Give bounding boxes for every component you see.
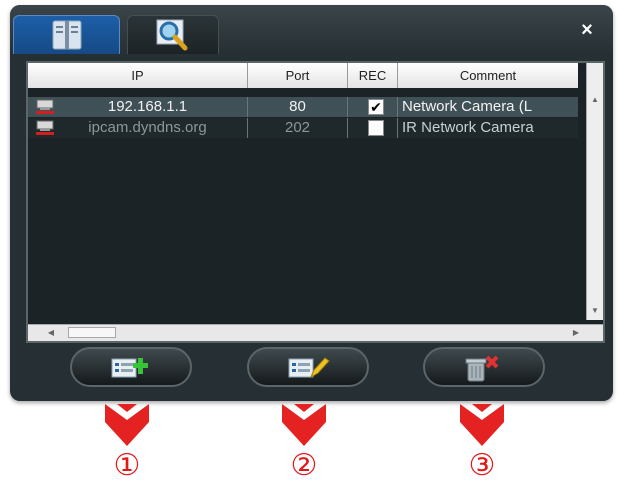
add-device-icon: [111, 358, 148, 378]
scroll-left-arrow[interactable]: ◀: [42, 325, 60, 341]
table-row[interactable]: ipcam.dyndns.org 202 IR Network Camera: [28, 118, 578, 138]
add-device-button[interactable]: [70, 347, 192, 387]
row-port: 80: [248, 97, 348, 117]
arrow-down-icon: [282, 404, 326, 446]
magnifier-icon: [156, 19, 188, 51]
delete-device-button[interactable]: [423, 347, 545, 387]
row-rec-cell: ✔: [348, 97, 398, 117]
edit-device-button[interactable]: [247, 347, 369, 387]
edit-device-icon: [288, 357, 330, 379]
column-header-port[interactable]: Port: [248, 63, 348, 88]
row-ip: 192.168.1.1: [28, 97, 248, 117]
tab-device-list[interactable]: [13, 15, 120, 54]
rec-checkbox[interactable]: [368, 120, 384, 136]
tab-search[interactable]: [127, 15, 219, 54]
row-ip: ipcam.dyndns.org: [28, 118, 248, 138]
column-header-rec[interactable]: REC: [348, 63, 398, 88]
horizontal-scrollbar[interactable]: ◀ ▶: [28, 324, 603, 341]
scroll-thumb[interactable]: [68, 327, 116, 338]
column-header-comment[interactable]: Comment: [398, 63, 578, 88]
table-row[interactable]: 192.168.1.1 80 ✔ Network Camera (L: [28, 97, 578, 117]
row-rec-cell: [348, 118, 398, 138]
callout-number-2: ②: [290, 448, 318, 483]
dialog-titlebar: ×: [10, 5, 613, 55]
column-header-ip[interactable]: IP: [28, 63, 248, 88]
row-comment: Network Camera (L: [402, 98, 533, 115]
vertical-scrollbar[interactable]: ▲ ▼: [586, 63, 603, 320]
scroll-right-arrow[interactable]: ▶: [567, 325, 585, 341]
arrow-down-icon: [460, 404, 504, 446]
remote-device-dialog: × IP Port REC Comment 192.168.1.1 80 ✔ N…: [10, 5, 613, 401]
row-port: 202: [248, 118, 348, 138]
device-list[interactable]: IP Port REC Comment 192.168.1.1 80 ✔ Net…: [26, 61, 605, 343]
callout-number-1: ①: [113, 448, 141, 483]
delete-device-icon: [465, 355, 499, 382]
address-book-icon: [52, 20, 82, 50]
scroll-down-arrow[interactable]: ▼: [587, 304, 603, 318]
device-list-header: IP Port REC Comment: [28, 63, 578, 88]
row-comment: IR Network Camera: [402, 119, 534, 136]
close-button[interactable]: ×: [576, 19, 598, 41]
arrow-down-icon: [105, 404, 149, 446]
rec-checkbox[interactable]: ✔: [368, 99, 384, 115]
scroll-up-arrow[interactable]: ▲: [587, 93, 603, 107]
callout-number-3: ③: [468, 448, 496, 483]
